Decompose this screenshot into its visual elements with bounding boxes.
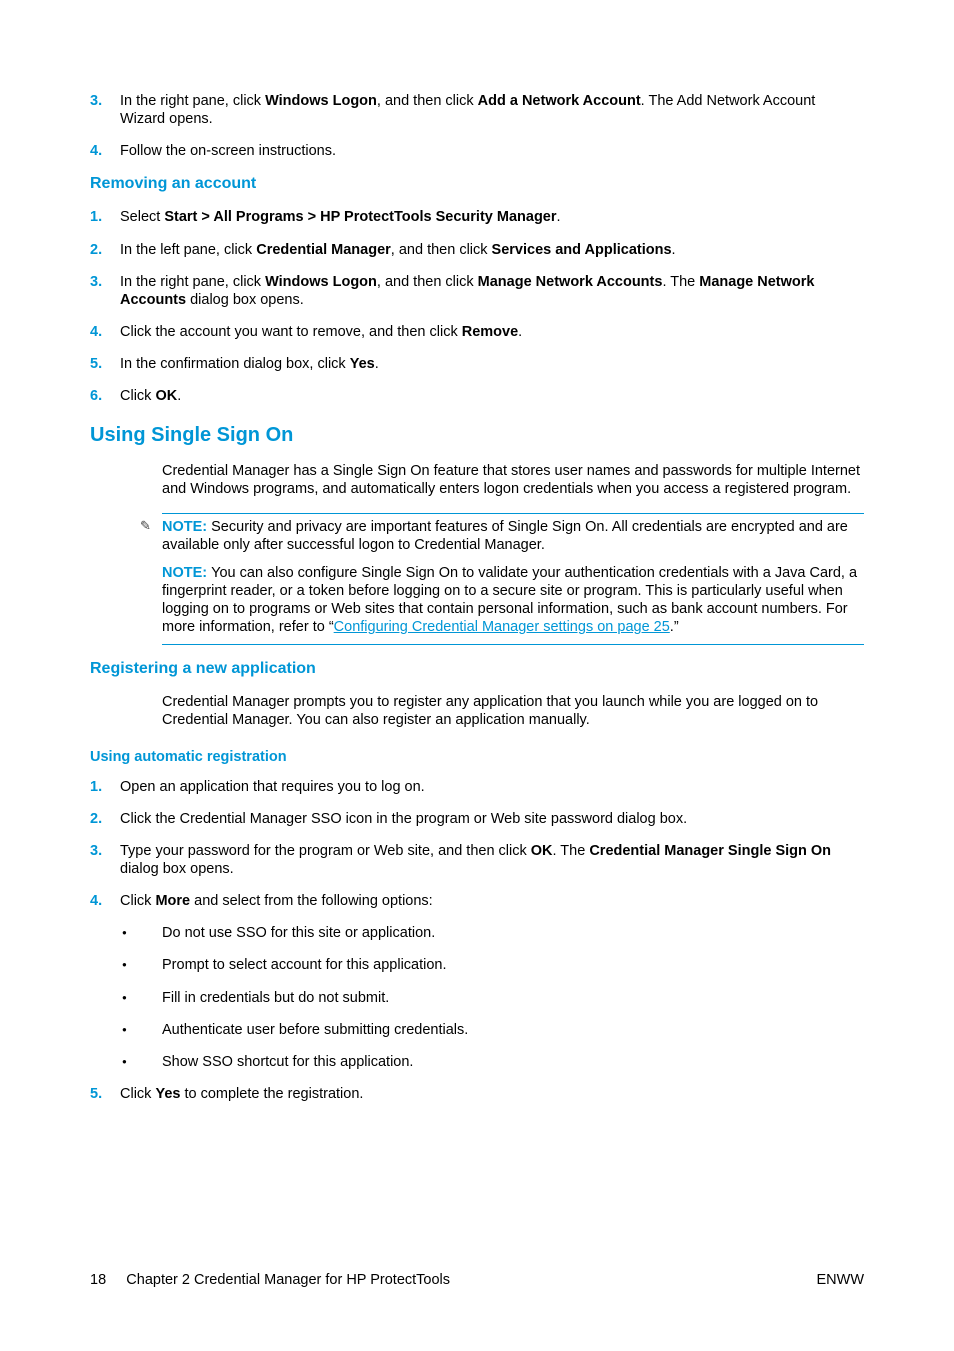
bullet-text: Show SSO shortcut for this application. — [162, 1053, 864, 1071]
heading-using-sso: Using Single Sign On — [90, 423, 864, 448]
bullet-icon: ● — [120, 1053, 162, 1071]
removing-item: 5.In the confirmation dialog box, click … — [90, 355, 864, 373]
removing-item: 3.In the right pane, click Windows Logon… — [90, 273, 864, 309]
step-body: Click More and select from the following… — [120, 892, 864, 910]
bullet-text: Prompt to select account for this applic… — [162, 956, 864, 974]
footer-right: ENWW — [816, 1271, 864, 1289]
heading-removing-account: Removing an account — [90, 174, 864, 194]
step-number: 3. — [90, 92, 120, 128]
bullet-text: Fill in credentials but do not submit. — [162, 989, 864, 1007]
note-label: NOTE: — [162, 565, 211, 581]
step-number: 1. — [90, 208, 120, 226]
step-number: 2. — [90, 241, 120, 259]
autoreg-item: 2.Click the Credential Manager SSO icon … — [90, 810, 864, 828]
bullet-icon: ● — [120, 956, 162, 974]
page-footer: 18 Chapter 2 Credential Manager for HP P… — [90, 1271, 864, 1289]
footer-chapter: Chapter 2 Credential Manager for HP Prot… — [126, 1272, 450, 1288]
note: NOTE: You can also configure Single Sign… — [162, 564, 864, 637]
step-number: 4. — [90, 323, 120, 341]
removing-item: 2.In the left pane, click Credential Man… — [90, 241, 864, 259]
step-number: 5. — [90, 1085, 120, 1103]
list-item: ●Show SSO shortcut for this application. — [120, 1053, 864, 1071]
step-body: Click OK. — [120, 387, 864, 405]
note-label: NOTE: — [162, 519, 211, 535]
step-body: Click the account you want to remove, an… — [120, 323, 864, 341]
step-body: In the right pane, click Windows Logon, … — [120, 92, 864, 128]
removing-item: 1.Select Start > All Programs > HP Prote… — [90, 208, 864, 226]
list-item: ●Authenticate user before submitting cre… — [120, 1021, 864, 1039]
bullet-text: Do not use SSO for this site or applicat… — [162, 924, 864, 942]
initial-item: 3.In the right pane, click Windows Logon… — [90, 92, 864, 128]
list-item: ●Do not use SSO for this site or applica… — [120, 924, 864, 942]
section-registering: Credential Manager prompts you to regist… — [162, 693, 864, 729]
list-removing-account: 1.Select Start > All Programs > HP Prote… — [90, 208, 864, 405]
step-number: 3. — [90, 842, 120, 878]
note: ✎NOTE: Security and privacy are importan… — [162, 518, 864, 554]
step-body: Follow the on-screen instructions. — [120, 142, 864, 160]
bullet-text: Authenticate user before submitting cred… — [162, 1021, 864, 1039]
step-body: Open an application that requires you to… — [120, 778, 864, 796]
bullet-icon: ● — [120, 989, 162, 1007]
autoreg-item: 5.Click Yes to complete the registration… — [90, 1085, 864, 1103]
link-configuring-settings[interactable]: Configuring Credential Manager settings … — [334, 619, 670, 635]
step-body: In the right pane, click Windows Logon, … — [120, 273, 864, 309]
step-number: 3. — [90, 273, 120, 309]
bullet-list: ●Do not use SSO for this site or applica… — [120, 924, 864, 1071]
step-body: Click the Credential Manager SSO icon in… — [120, 810, 864, 828]
list-auto-registration: 1.Open an application that requires you … — [90, 778, 864, 1103]
autoreg-item: 3.Type your password for the program or … — [90, 842, 864, 878]
step-body: Select Start > All Programs > HP Protect… — [120, 208, 864, 226]
step-number: 2. — [90, 810, 120, 828]
heading-auto-registration: Using automatic registration — [90, 748, 864, 766]
sso-intro-text: Credential Manager has a Single Sign On … — [162, 462, 864, 498]
removing-item: 4.Click the account you want to remove, … — [90, 323, 864, 341]
step-number: 1. — [90, 778, 120, 796]
list-item: ●Fill in credentials but do not submit. — [120, 989, 864, 1007]
step-number: 4. — [90, 892, 120, 910]
autoreg-item: 1.Open an application that requires you … — [90, 778, 864, 796]
initial-item: 4.Follow the on-screen instructions. — [90, 142, 864, 160]
footer-page-number: 18 — [90, 1272, 106, 1288]
step-number: 6. — [90, 387, 120, 405]
registering-intro-text: Credential Manager prompts you to regist… — [162, 693, 864, 729]
bullet-icon: ● — [120, 1021, 162, 1039]
list-add-network-account: 3.In the right pane, click Windows Logon… — [90, 92, 864, 160]
note-block-sso: ✎NOTE: Security and privacy are importan… — [162, 513, 864, 646]
heading-registering-app: Registering a new application — [90, 659, 864, 679]
step-body: Click Yes to complete the registration. — [120, 1085, 864, 1103]
step-body: In the confirmation dialog box, click Ye… — [120, 355, 864, 373]
list-item: ●Prompt to select account for this appli… — [120, 956, 864, 974]
step-number: 5. — [90, 355, 120, 373]
note-icon: ✎ — [140, 518, 154, 534]
section-sso: Credential Manager has a Single Sign On … — [162, 462, 864, 645]
step-body: In the left pane, click Credential Manag… — [120, 241, 864, 259]
autoreg-item: 4.Click More and select from the followi… — [90, 892, 864, 910]
page: 3.In the right pane, click Windows Logon… — [0, 0, 954, 1351]
step-number: 4. — [90, 142, 120, 160]
removing-item: 6.Click OK. — [90, 387, 864, 405]
step-body: Type your password for the program or We… — [120, 842, 864, 878]
footer-left: 18 Chapter 2 Credential Manager for HP P… — [90, 1271, 450, 1289]
bullet-icon: ● — [120, 924, 162, 942]
